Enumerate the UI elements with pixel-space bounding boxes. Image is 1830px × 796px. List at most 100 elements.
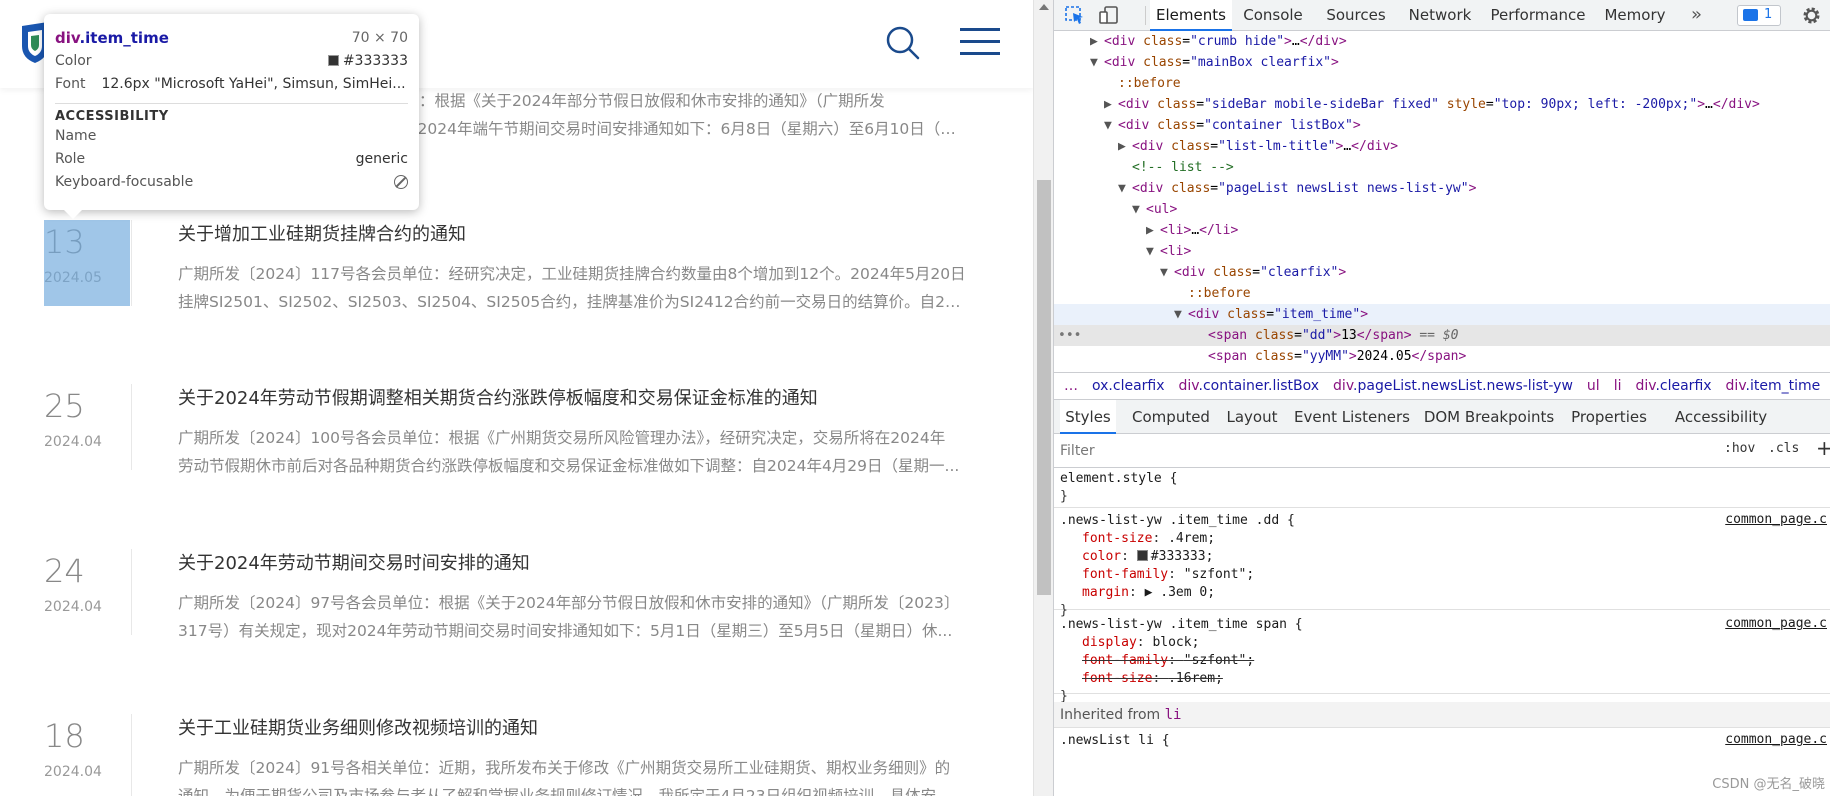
- rule-close: }: [1060, 489, 1068, 504]
- dom-node[interactable]: ▼ <div class="pageList newsList news-list…: [1054, 178, 1830, 199]
- css-property: font-size: [1082, 671, 1153, 686]
- devtools-panel: Elements Console Sources Network Performance…: [1053, 0, 1830, 796]
- css-value: .4rem;: [1168, 531, 1216, 546]
- css-declaration[interactable]: margin: ▶ .3em 0;: [1054, 584, 1830, 602]
- gear-icon[interactable]: [1801, 5, 1822, 26]
- rule-selector[interactable]: .newsList li {: [1060, 733, 1170, 748]
- news-item[interactable]: 25 2024.04 关于2024年劳动节假期调整相关期货合约涨跌停板幅度和交易保证…: [0, 222, 1033, 475]
- css-property: color: [1082, 549, 1122, 564]
- page-scrollbar[interactable]: [1033, 0, 1053, 796]
- dom-node[interactable]: ▶ <div class="sideBar mobile-sideBar fixe…: [1054, 94, 1830, 115]
- date-divider: [131, 714, 132, 796]
- css-declaration[interactable]: display: block;: [1054, 634, 1830, 652]
- rule-source-link[interactable]: common_page.c: [1725, 732, 1827, 747]
- dom-node[interactable]: ▼ <div class="mainBox clearfix">: [1054, 52, 1830, 73]
- devtools-tab-memory[interactable]: Memory: [1600, 0, 1670, 31]
- devtools-tab-elements[interactable]: Elements: [1150, 0, 1232, 31]
- scrollbar-thumb[interactable]: [1037, 180, 1051, 595]
- device-toolbar-icon[interactable]: [1098, 5, 1120, 25]
- more-tabs-button[interactable]: »: [1691, 0, 1702, 31]
- dom-node[interactable]: ▼ <div class="clearfix">: [1054, 262, 1830, 283]
- search-icon[interactable]: [884, 24, 920, 60]
- styles-tab-properties[interactable]: Properties: [1565, 400, 1653, 434]
- breadcrumb-item[interactable]: ul: [1587, 373, 1600, 399]
- color-swatch-icon[interactable]: [1136, 550, 1148, 561]
- news-item[interactable]: 18 2024.04 关于工业硅期货业务细则修改视频培训的通知 广期所发〔2024〕9…: [0, 552, 1033, 796]
- add-rule-button[interactable]: +: [1816, 436, 1830, 460]
- inherited-header: Inherited from li: [1054, 702, 1830, 728]
- hover-state-button[interactable]: :hov: [1724, 441, 1755, 456]
- dom-node[interactable]: <span class="dd">13</span> == $0 •••: [1054, 325, 1830, 346]
- styles-subtabs: Styles Computed Layout Event Listeners DOM B…: [1054, 400, 1830, 434]
- css-declaration[interactable]: font-size: .4rem;: [1054, 530, 1830, 548]
- rule-source-link[interactable]: common_page.c: [1725, 616, 1827, 631]
- styles-tab-event-listeners[interactable]: Event Listeners: [1292, 400, 1412, 434]
- dom-node[interactable]: ▶ <li>…</li>: [1054, 220, 1830, 241]
- style-rule-dd: common_page.c .news-list-yw .item_time .…: [1054, 510, 1830, 618]
- styles-tab-layout[interactable]: Layout: [1222, 400, 1282, 434]
- breadcrumb-item[interactable]: div.container.listBox: [1179, 373, 1320, 399]
- menu-icon[interactable]: [960, 26, 1000, 58]
- rule-selector[interactable]: .news-list-yw .item_time span {: [1060, 617, 1303, 632]
- styles-tab-dom-breakpoints[interactable]: DOM Breakpoints: [1422, 400, 1556, 434]
- css-property: font-size: [1082, 531, 1153, 546]
- css-declaration[interactable]: font-family: "szfont";: [1054, 652, 1830, 670]
- css-property: display: [1082, 635, 1137, 650]
- dom-node[interactable]: ::before: [1054, 283, 1830, 304]
- tooltip-color-value: #333333: [327, 53, 408, 69]
- dom-tree[interactable]: ▶ <div class="crumb hide">…</div> ▼ <div cl…: [1054, 31, 1830, 365]
- toolbar-separator: [1145, 6, 1146, 25]
- news-summary-line: 通知，为便于期货公司及市场参与者从了解和掌握业务规则修订情况，我所定于4月23日…: [178, 787, 951, 796]
- element-style-rule: element.style { }: [1054, 468, 1830, 508]
- news-item[interactable]: 24 2024.04 关于2024年劳动节期间交易时间安排的通知 广期所发〔2024〕…: [0, 387, 1033, 640]
- css-declaration[interactable]: font-family: "szfont";: [1054, 566, 1830, 584]
- styles-tab-styles[interactable]: Styles: [1060, 400, 1116, 434]
- devtools-tab-performance[interactable]: Performance: [1488, 0, 1588, 31]
- breadcrumb-item[interactable]: ox.clearfix: [1092, 373, 1165, 399]
- dom-node[interactable]: ::before: [1054, 73, 1830, 94]
- news-title[interactable]: 关于工业硅期货业务细则修改视频培训的通知: [178, 714, 538, 740]
- dom-node[interactable]: ▶ <div class="list-lm-title">…</div>: [1054, 136, 1830, 157]
- dom-node[interactable]: <!-- list -->: [1054, 157, 1830, 178]
- breadcrumb-item[interactable]: …: [1064, 373, 1078, 399]
- tooltip-accessibility-heading: ACCESSIBILITY: [55, 103, 408, 124]
- breadcrumb-item[interactable]: div.pageList.newsList.news-list-yw: [1333, 373, 1573, 399]
- devtools-tab-console[interactable]: Console: [1238, 0, 1308, 31]
- class-toggle-button[interactable]: .cls: [1768, 441, 1799, 456]
- dom-node[interactable]: ▼ <div class="item_time">: [1054, 304, 1830, 325]
- styles-tab-computed[interactable]: Computed: [1130, 400, 1212, 434]
- inspect-element-icon[interactable]: [1064, 5, 1086, 25]
- styles-filter-bar: :hov .cls +: [1054, 434, 1830, 468]
- inherited-tag[interactable]: li: [1165, 707, 1182, 723]
- dom-node[interactable]: <span class="yyMM">2024.05</span>: [1054, 346, 1830, 365]
- tooltip-font-value: 12.6px "Microsoft YaHei", Simsun, SimHei…: [101, 75, 406, 92]
- inspect-tooltip: div.item_time 70 × 70 Color #333333 Font…: [44, 14, 419, 219]
- dom-node[interactable]: ▶ <div class="crumb hide">…</div>: [1054, 31, 1830, 52]
- rule-source-link[interactable]: common_page.c: [1725, 512, 1827, 527]
- rule-selector[interactable]: .news-list-yw .item_time .dd {: [1060, 513, 1295, 528]
- css-property: margin: [1082, 585, 1129, 600]
- css-declaration[interactable]: color: #333333;: [1054, 548, 1830, 566]
- breadcrumb-item[interactable]: div.item_time: [1726, 373, 1821, 399]
- css-value: block;: [1152, 635, 1200, 650]
- tooltip-font-label: Font: [55, 75, 86, 92]
- breadcrumb-item[interactable]: div.clearfix: [1635, 373, 1711, 399]
- element-highlight: [44, 220, 130, 306]
- styles-filter-input[interactable]: [1060, 439, 1716, 463]
- dom-node[interactable]: ▼ <div class="container listBox">: [1054, 115, 1830, 136]
- css-declaration[interactable]: font-size: .16rem;: [1054, 670, 1830, 688]
- dom-node[interactable]: ▼ <li>: [1054, 241, 1830, 262]
- rule-selector[interactable]: element.style {: [1060, 471, 1177, 486]
- devtools-tab-sources[interactable]: Sources: [1320, 0, 1392, 31]
- devtools-tab-network[interactable]: Network: [1404, 0, 1476, 31]
- breadcrumb-item[interactable]: li: [1614, 373, 1622, 399]
- not-allowed-icon: [394, 174, 408, 189]
- css-value: #333333;: [1150, 549, 1214, 564]
- news-summary-line: 广期所发〔2024〕91号各相关单位：近期，我所发布关于修改《广州期货交易所工业…: [178, 759, 951, 777]
- node-actions-icon[interactable]: •••: [1058, 325, 1081, 346]
- scroll-up-arrow-icon[interactable]: [1039, 4, 1049, 10]
- dom-node[interactable]: ▼ <ul>: [1054, 199, 1830, 220]
- css-value: .16rem;: [1168, 671, 1223, 686]
- issues-button[interactable]: 1: [1737, 5, 1781, 26]
- styles-tab-accessibility[interactable]: Accessibility: [1666, 400, 1776, 434]
